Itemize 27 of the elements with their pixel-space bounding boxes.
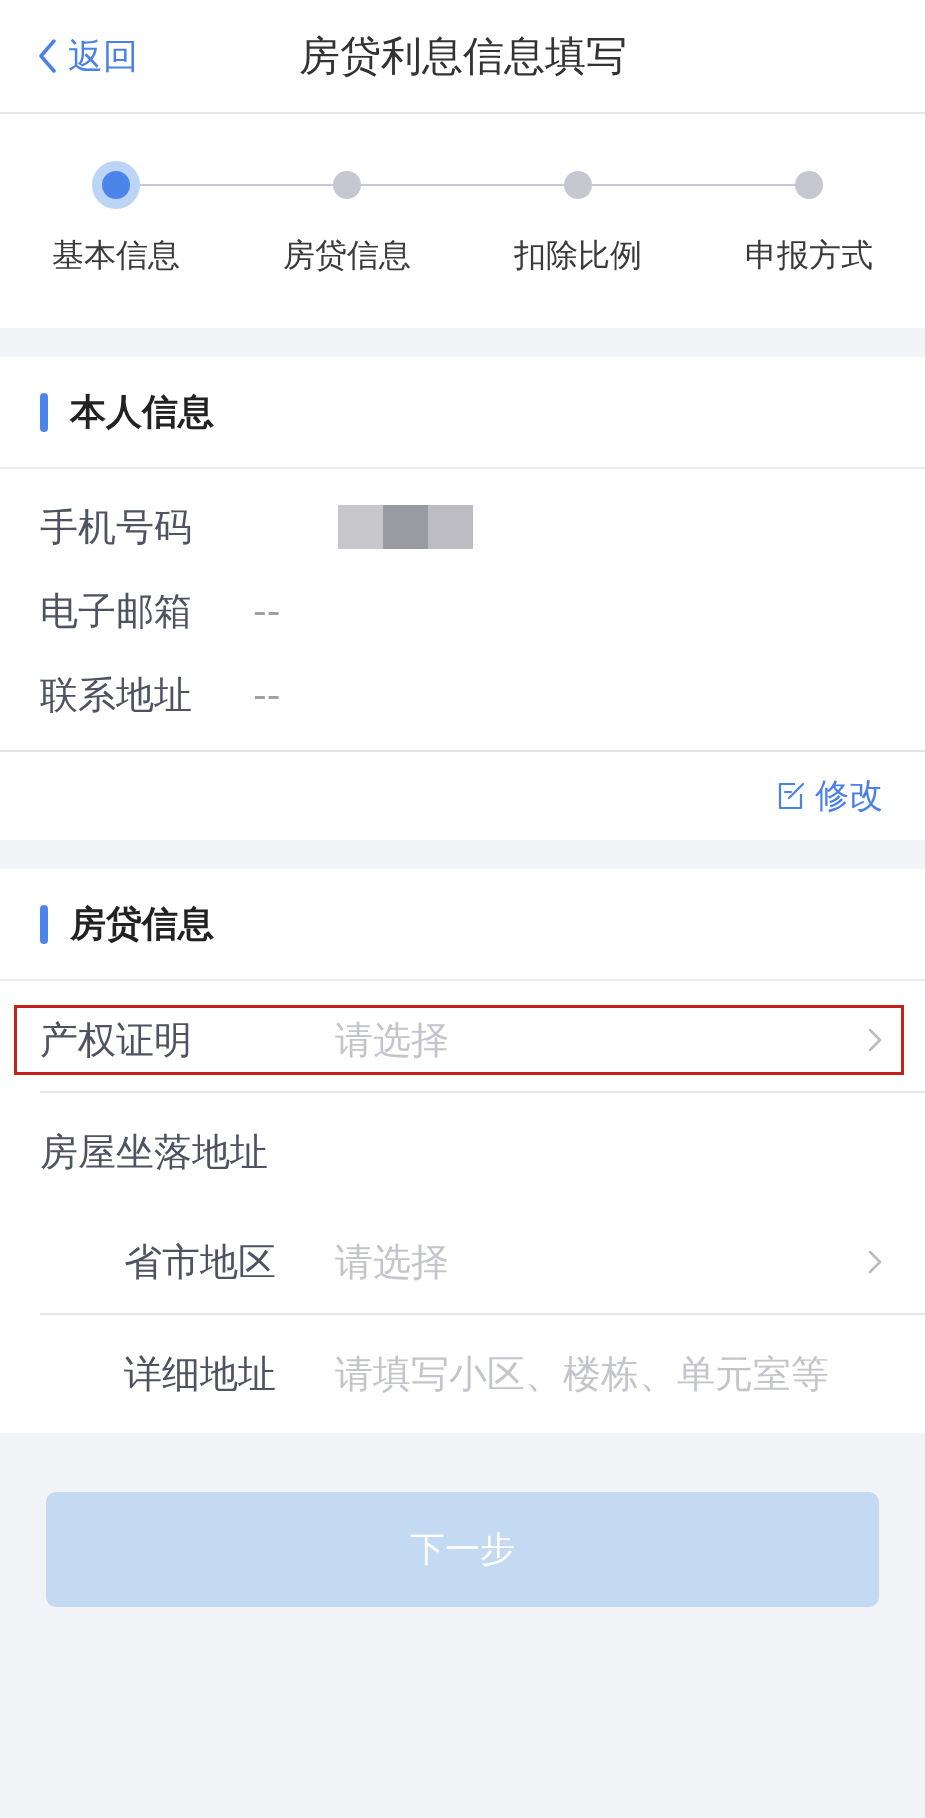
step-label: 扣除比例 (514, 235, 643, 275)
edit-icon (777, 781, 805, 811)
info-value: -- (253, 589, 281, 633)
section-accent-bar (40, 392, 48, 432)
step-label: 申报方式 (745, 235, 874, 275)
field-label: 省市地区 (124, 1238, 276, 1286)
info-label: 联系地址 (40, 671, 192, 719)
step-label: 基本信息 (51, 235, 180, 275)
info-value: -- (253, 673, 281, 717)
section-accent-bar (40, 904, 48, 944)
address-input[interactable]: 请填写小区、楼栋、单元室等 (335, 1352, 883, 1396)
edit-link[interactable]: 修改 (777, 773, 883, 819)
info-label: 电子邮箱 (40, 587, 192, 635)
section-title: 本人信息 (70, 389, 214, 434)
chevron-right-icon (867, 1249, 883, 1275)
page-title: 房贷利息信息填写 (298, 30, 627, 82)
select-field[interactable]: 请选择 (335, 1236, 883, 1288)
back-button[interactable]: 返回 (38, 32, 138, 80)
field-label: 产权证明 (40, 1016, 192, 1064)
select-field[interactable]: 请选择 (335, 1014, 883, 1066)
chevron-left-icon (38, 39, 56, 73)
field-label: 房屋坐落地址 (40, 1128, 268, 1176)
info-label: 手机号码 (40, 503, 192, 551)
section-title: 房贷信息 (70, 901, 214, 946)
chevron-right-icon (867, 1027, 883, 1053)
field-label: 详细地址 (124, 1350, 276, 1398)
step-label: 房贷信息 (282, 235, 411, 275)
